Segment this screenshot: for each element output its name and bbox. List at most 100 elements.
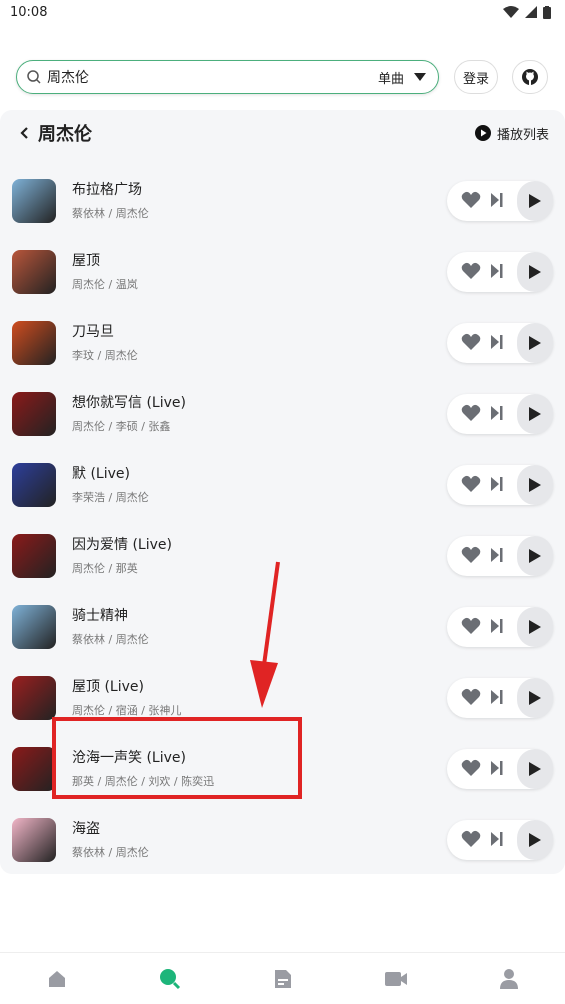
play-button[interactable] [517,677,553,718]
play-next-icon[interactable] [491,689,503,704]
heart-icon[interactable] [461,404,481,422]
nav-home[interactable] [37,959,77,999]
page-title: 周杰伦 [38,124,92,145]
play-next-icon[interactable] [491,760,503,775]
play-button[interactable] [517,180,553,221]
song-row[interactable]: 屋顶 周杰伦 / 温岚 [0,236,565,307]
nav-user[interactable] [489,959,529,999]
song-artist: 李玟 / 周杰伦 [72,348,138,362]
play-next-icon[interactable] [491,192,503,207]
song-actions [447,180,553,221]
heart-icon[interactable] [461,262,481,280]
play-icon [529,619,541,634]
album-cover [12,320,56,365]
song-artist: 蔡依林 / 周杰伦 [72,206,149,220]
video-icon [384,971,407,986]
heart-icon[interactable] [461,546,481,564]
album-cover [12,391,56,436]
header: 周杰伦 单曲 登录 [16,60,551,94]
home-icon [48,970,65,987]
song-title: 屋顶 [72,252,100,269]
nav-docs[interactable] [263,959,303,999]
song-row[interactable]: 想你就写信 (Live) 周杰伦 / 李硕 / 张鑫 [0,378,565,449]
search-box[interactable]: 周杰伦 单曲 [16,60,439,94]
play-next-icon[interactable] [491,831,503,846]
play-next-icon[interactable] [491,618,503,633]
play-next-icon[interactable] [491,547,503,562]
song-artist: 周杰伦 / 李硕 / 张鑫 [72,419,171,433]
song-actions [447,748,553,789]
album-cover [12,817,56,862]
status-bar: 10:08 [0,0,565,24]
play-button[interactable] [517,535,553,576]
album-cover [12,746,56,791]
play-next-icon[interactable] [491,476,503,491]
playlist-button[interactable]: 播放列表 [474,124,549,143]
play-button[interactable] [517,322,553,363]
song-title: 布拉格广场 [72,181,142,198]
heart-icon[interactable] [461,688,481,706]
login-button[interactable]: 登录 [454,60,498,94]
play-icon [529,264,541,279]
album-cover [12,462,56,507]
play-button[interactable] [517,251,553,292]
song-info: 默 (Live) 李荣浩 / 周杰伦 [72,465,447,505]
search-type-select[interactable]: 单曲 [378,68,404,87]
song-info: 想你就写信 (Live) 周杰伦 / 李硕 / 张鑫 [72,394,447,434]
play-button[interactable] [517,819,553,860]
play-next-icon[interactable] [491,334,503,349]
play-button[interactable] [517,393,553,434]
nav-search[interactable] [150,959,190,999]
annotation-arrow [240,560,290,714]
song-actions [447,393,553,434]
annotation-highlight-box [52,717,302,799]
panel-header: 周杰伦 播放列表 [0,110,565,156]
song-actions [447,322,553,363]
song-row[interactable]: 刀马旦 李玟 / 周杰伦 [0,307,565,378]
song-title: 因为爱情 (Live) [72,536,172,553]
chevron-down-icon[interactable] [414,73,426,81]
heart-icon[interactable] [461,333,481,351]
album-cover [12,675,56,720]
play-icon [529,832,541,847]
back-icon[interactable] [20,127,28,139]
song-row[interactable]: 默 (Live) 李荣浩 / 周杰伦 [0,449,565,520]
song-actions [447,251,553,292]
song-actions [447,606,553,647]
album-cover [12,249,56,294]
song-row[interactable]: 布拉格广场 蔡依林 / 周杰伦 [0,165,565,236]
wifi-icon [503,6,519,18]
song-title: 想你就写信 (Live) [72,394,186,411]
play-icon [529,406,541,421]
song-actions [447,535,553,576]
play-icon [529,193,541,208]
signal-icon [525,6,537,18]
song-title: 海盗 [72,820,100,837]
song-info: 屋顶 周杰伦 / 温岚 [72,252,447,292]
github-button[interactable] [512,60,548,94]
heart-icon[interactable] [461,759,481,777]
song-row[interactable]: 海盗 蔡依林 / 周杰伦 [0,804,565,875]
search-icon [159,968,180,989]
search-input[interactable]: 周杰伦 [47,67,378,87]
album-cover [12,604,56,649]
status-time: 10:08 [10,4,48,20]
play-next-icon[interactable] [491,263,503,278]
document-icon [274,969,291,988]
panel-title-wrap[interactable]: 周杰伦 [20,120,92,146]
song-info: 刀马旦 李玟 / 周杰伦 [72,323,447,363]
song-actions [447,677,553,718]
heart-icon[interactable] [461,191,481,209]
heart-icon[interactable] [461,475,481,493]
heart-icon[interactable] [461,617,481,635]
album-cover [12,533,56,578]
play-button[interactable] [517,748,553,789]
song-info: 布拉格广场 蔡依林 / 周杰伦 [72,181,447,221]
play-button[interactable] [517,606,553,647]
play-button[interactable] [517,464,553,505]
heart-icon[interactable] [461,830,481,848]
song-actions [447,464,553,505]
playlist-label: 播放列表 [496,127,549,143]
nav-video[interactable] [376,959,416,999]
play-next-icon[interactable] [491,405,503,420]
